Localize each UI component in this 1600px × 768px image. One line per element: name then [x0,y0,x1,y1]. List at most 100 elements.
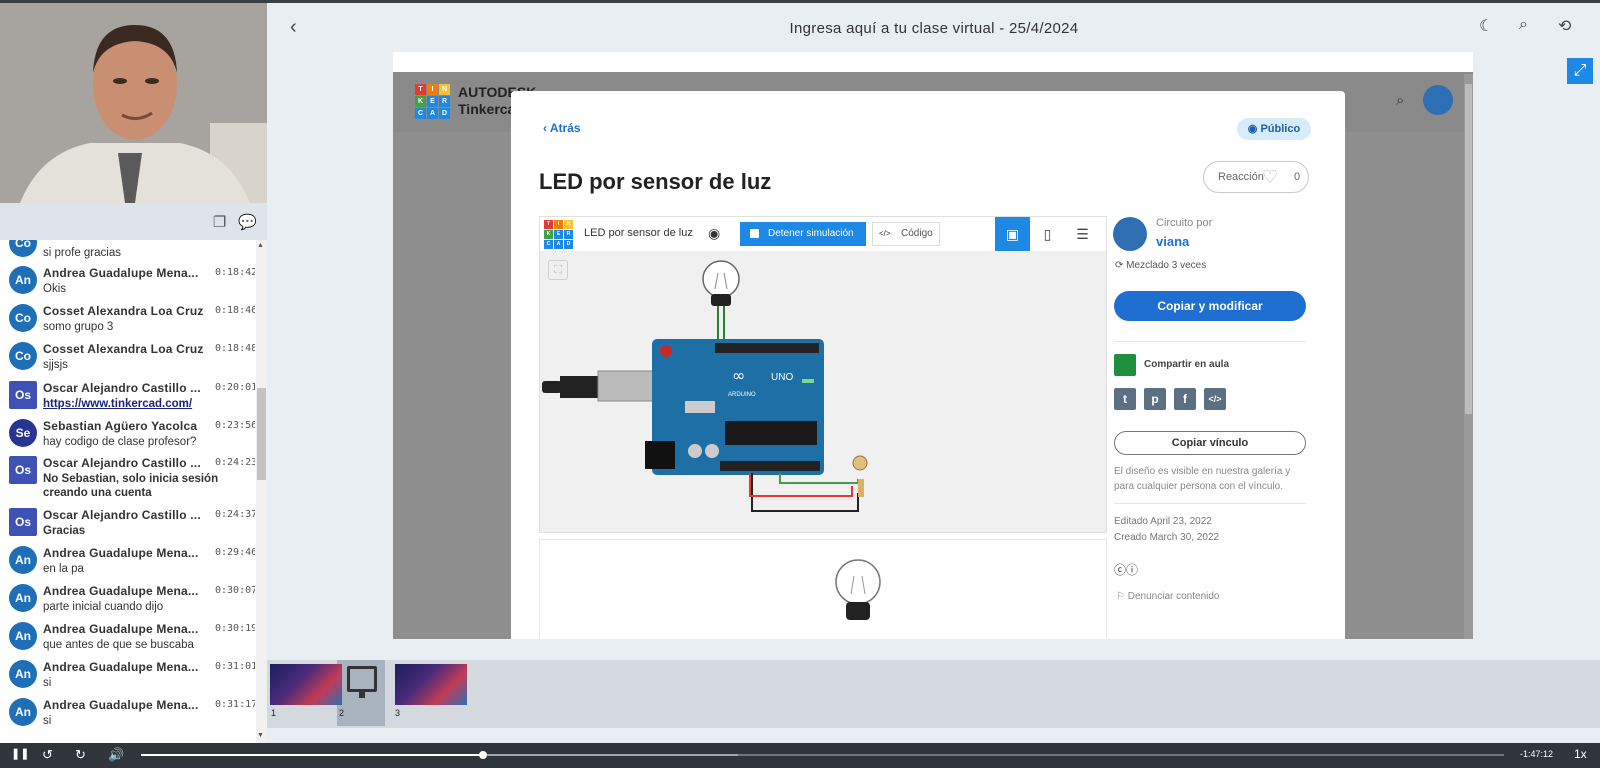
facebook-icon[interactable]: f [1174,388,1196,410]
logo-tile: C [415,108,426,119]
avatar: Se [9,419,37,447]
divider [1114,341,1306,342]
list-item: An Andrea Guadalupe Mena... 0:30:19 que … [0,618,255,656]
thumbnail[interactable] [270,664,342,705]
board-brand: ARDUINO [728,392,756,398]
creative-commons-icon[interactable]: ⓒⓘ [1114,561,1138,578]
rotate-icon[interactable]: ⟲ [1558,16,1571,36]
chat-toolbar: ❐ 💬 [0,203,267,240]
scroll-thumb[interactable] [257,388,266,480]
visibility-label: Público [1260,123,1301,135]
sender-name: Cosset Alexandra Loa Cruz [43,342,204,356]
list-item: Co Cosset Alexandra Loa Cruz 0:18:46 som… [0,300,255,338]
webcam-video [0,3,267,203]
report-content-link[interactable]: ⚐ Denunciar contenido [1116,591,1219,602]
pinterest-icon[interactable]: p [1144,388,1166,410]
component-list-icon[interactable]: ☰ [1065,217,1100,251]
circuit-canvas[interactable]: ∞ ARDUINO UNO [540,251,1106,532]
message-text: No Sebastian, solo inicia sesión creando… [43,473,219,499]
reaction-button[interactable]: Reacción ♡ 0 [1203,161,1309,193]
sender-name: Andrea Guadalupe Mena... [43,266,199,280]
chat-scrollbar[interactable]: ▲ ▼ [256,240,267,743]
sender-name: Andrea Guadalupe Mena... [43,698,199,712]
simulation-name: LED por sensor de luz [584,227,693,239]
sender-name: Oscar Alejandro Castillo ... [43,456,201,470]
playback-speed-button[interactable]: 1x [1574,747,1587,761]
clipboard-icon[interactable]: ❐ [213,213,226,231]
logo-tile: A [554,240,563,249]
logo-tile: N [439,84,450,95]
svg-text:∞: ∞ [732,366,745,385]
reaction-label: Reacción [1218,171,1264,183]
rewind-icon[interactable]: ↺ [42,747,53,763]
secondary-preview [539,539,1107,639]
visibility-badge[interactable]: ◉ Público [1237,118,1311,140]
list-item: Se Sebastian Agüero Yacolca 0:23:56 hay … [0,415,255,453]
message-text: sjjsjs [43,359,68,371]
sender-name: Sebastian Agüero Yacolca [43,419,198,433]
logo-tile: A [427,108,438,119]
back-link[interactable]: ‹ Atrás [543,121,581,135]
copy-modify-button[interactable]: Copiar y modificar [1114,291,1306,321]
message-link[interactable]: https://www.tinkercad.com/ [43,397,243,411]
scroll-thumb[interactable] [1465,84,1472,414]
timestamp: 0:23:56 [215,420,255,431]
bulb-icon [702,260,740,346]
moon-icon[interactable]: ☾ [1479,16,1493,36]
stop-simulation-button[interactable]: Detener simulación [740,222,866,246]
remix-label: Mezclado 3 veces [1126,260,1207,271]
author-avatar[interactable] [1113,217,1147,251]
avatar: An [9,698,37,726]
copy-link-button[interactable]: Copiar vínculo [1114,431,1306,455]
share-classroom-link[interactable]: Compartir en aula [1144,359,1229,370]
thumbnail[interactable] [395,664,467,705]
avatar: An [9,266,37,294]
logo-tile: D [439,108,450,119]
heart-icon: ♡ [1262,167,1279,187]
avatar: An [9,546,37,574]
bulb-icon [835,559,881,620]
list-item: An Andrea Guadalupe Mena... 0:31:01 si [0,656,255,694]
video-player-bar: ❚❚ ↺ ↻ 🔊 -1:47:12 1x [0,743,1600,768]
scroll-up-icon[interactable]: ▲ [257,242,264,249]
author-link[interactable]: viana [1156,234,1189,249]
embed-icon[interactable]: </> [1204,388,1226,410]
message-text: si [43,715,52,727]
monitor-stand [359,692,365,698]
tinkercad-logo: T I N K E R C A D [544,220,573,249]
code-button[interactable]: Código [872,222,940,246]
forward-icon[interactable]: ↻ [75,747,86,763]
divider [1114,503,1306,504]
usb-cable [542,370,655,402]
chat-bubbles-icon[interactable]: 💬 [238,213,257,231]
google-classroom-icon[interactable] [1114,354,1136,376]
message-text: Gracias [43,525,86,537]
progress-handle[interactable] [479,751,488,759]
logo-tile: R [439,96,450,107]
monitor-icon[interactable] [347,666,377,692]
message-text: si profe gracias [43,247,121,259]
volume-icon[interactable]: 🔊 [108,747,124,763]
pause-icon[interactable]: ❚❚ [11,747,29,760]
message-text: parte inicial cuando dijo [43,601,164,613]
twitter-icon[interactable]: t [1114,388,1136,410]
scroll-down-icon[interactable]: ▼ [257,732,264,739]
arduino-board: ∞ ARDUINO UNO [645,339,824,475]
expand-button[interactable]: ⤢ [1567,58,1593,84]
timestamp: 0:24:37 [215,509,255,520]
circuit-view-icon[interactable]: ▣ [995,217,1030,251]
slide-scrollbar[interactable] [1464,74,1473,639]
progress-track[interactable] [141,751,1504,759]
reaction-count: 0 [1294,171,1301,183]
search-icon[interactable]: ⌕ [1396,92,1404,109]
avatar[interactable] [1423,85,1453,115]
eye-icon[interactable]: ◉ [708,225,720,242]
list-item: Os Oscar Alejandro Castillo ... 0:24:23 … [0,452,255,504]
schematic-view-icon[interactable]: ▯ [1030,217,1065,251]
search-icon[interactable]: ⌕ [1519,16,1528,34]
back-icon[interactable]: ‹ [290,16,297,39]
logo-tile: T [544,220,553,229]
remix-count: ⟳ Mezclado 3 veces [1115,260,1207,271]
list-item: An Andrea Guadalupe Mena... 0:30:07 part… [0,580,255,618]
logo-tile: N [564,220,573,229]
